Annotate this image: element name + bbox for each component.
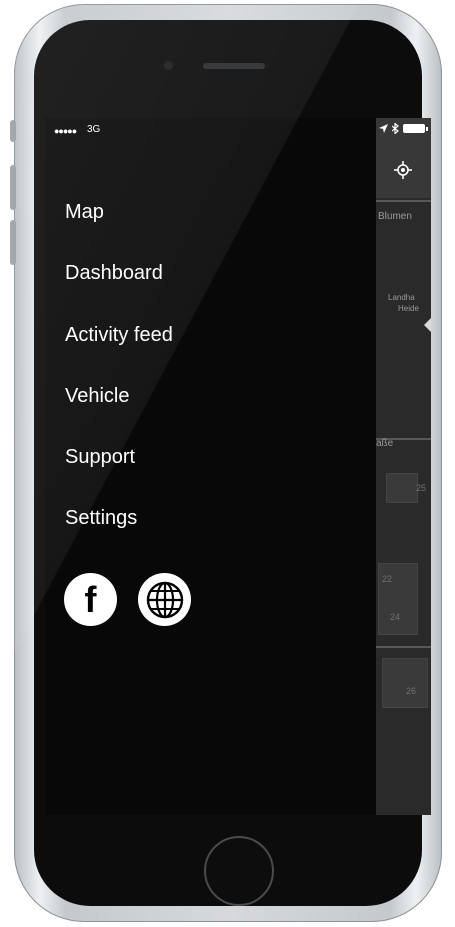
map-building bbox=[382, 658, 428, 708]
menu-item-map[interactable]: Map bbox=[65, 197, 173, 258]
map-house-number: 25 bbox=[416, 483, 427, 493]
map-house-number: 26 bbox=[406, 686, 417, 696]
drawer-menu: Map Dashboard Activity feed Vehicle Supp… bbox=[65, 197, 173, 565]
locate-icon[interactable] bbox=[394, 161, 412, 179]
map-road bbox=[376, 200, 431, 202]
map-area-label: Heide bbox=[398, 304, 419, 313]
menu-item-settings[interactable]: Settings bbox=[65, 503, 173, 564]
location-arrow-icon bbox=[379, 124, 388, 133]
map-house-number: 22 bbox=[382, 574, 393, 584]
navigation-drawer: Map Dashboard Activity feed Vehicle Supp… bbox=[45, 118, 376, 815]
screen: Blumen Landha Heide aße 25 22 24 26 Map … bbox=[45, 118, 431, 815]
menu-item-vehicle[interactable]: Vehicle bbox=[65, 381, 173, 442]
map-area-label: Landha bbox=[388, 293, 415, 302]
map-road bbox=[376, 646, 431, 648]
status-bar: ●●●●● 3G bbox=[45, 118, 431, 140]
battery-icon bbox=[403, 124, 428, 133]
bluetooth-icon bbox=[392, 123, 399, 134]
map-house-number: 24 bbox=[390, 612, 401, 622]
volume-down-button bbox=[10, 220, 16, 265]
signal-strength-icon: ●●●●● bbox=[54, 126, 77, 136]
status-icons bbox=[379, 123, 428, 134]
menu-item-dashboard[interactable]: Dashboard bbox=[65, 258, 173, 319]
map-street-label: aße bbox=[376, 438, 394, 449]
facebook-button[interactable]: f bbox=[64, 573, 117, 626]
map-peek[interactable]: Blumen Landha Heide aße 25 22 24 26 bbox=[376, 118, 431, 815]
facebook-icon: f bbox=[84, 578, 97, 620]
map-street-label: Blumen bbox=[378, 211, 412, 222]
mute-switch bbox=[10, 120, 16, 142]
map-marker-icon bbox=[424, 318, 431, 332]
volume-up-button bbox=[10, 165, 16, 210]
home-button[interactable] bbox=[204, 836, 274, 906]
social-links: f bbox=[64, 573, 191, 626]
globe-icon bbox=[146, 581, 183, 618]
website-button[interactable] bbox=[138, 573, 191, 626]
map-building bbox=[386, 473, 418, 503]
menu-item-support[interactable]: Support bbox=[65, 442, 173, 503]
network-type: 3G bbox=[87, 124, 101, 135]
front-camera bbox=[164, 61, 173, 70]
menu-item-activity-feed[interactable]: Activity feed bbox=[65, 320, 173, 381]
earpiece-speaker bbox=[203, 63, 265, 69]
